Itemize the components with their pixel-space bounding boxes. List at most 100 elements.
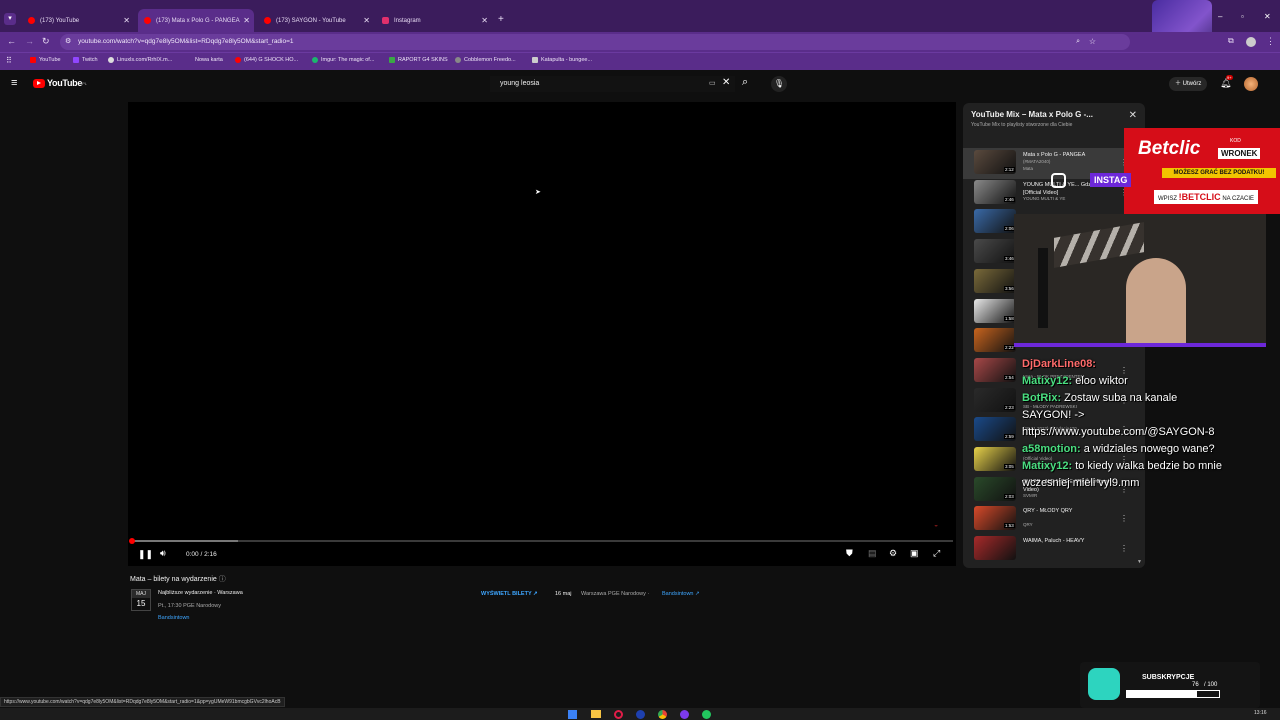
apps-grid-icon[interactable]: ⠿	[6, 56, 12, 65]
bookmark-item[interactable]: RAPORT G4 SKINS	[389, 57, 448, 63]
tab-list-dropdown-icon[interactable]: ▾	[4, 13, 16, 25]
chat-message: DjDarkLine08:	[1022, 356, 1262, 373]
fullscreen-icon[interactable]: ⤢	[933, 548, 940, 559]
bookmark-item[interactable]: YouTube	[30, 57, 61, 63]
bookmark-item[interactable]: Cobblemon Freedo...	[455, 57, 516, 63]
scrubber-handle[interactable]	[129, 538, 135, 544]
bookmark-item[interactable]: Linuxls.com/RrhIX.m...	[108, 57, 172, 63]
opera-gx-icon[interactable]	[614, 710, 623, 719]
bookmark-label: Linuxls.com/RrhIX.m...	[117, 57, 173, 63]
video-author: QRY	[1023, 522, 1033, 528]
account-avatar[interactable]	[1244, 77, 1258, 91]
playlist-item[interactable]: WAIMA, Paluch - HEAVY ⋮	[963, 534, 1145, 565]
clear-search-icon[interactable]: ✕	[722, 77, 730, 88]
file-explorer-icon[interactable]	[591, 710, 601, 718]
more-options-icon[interactable]: ⋮	[1120, 544, 1128, 553]
new-tab-button[interactable]: +	[498, 14, 504, 25]
subtitles-icon[interactable]: ▤	[868, 548, 877, 559]
view-tickets-label: WYŚWIETL BILETY	[481, 591, 532, 597]
tab-title: Instagram	[394, 17, 421, 24]
volume-icon[interactable]: 🔊︎	[160, 548, 166, 559]
chat-text: https://www.youtube.com/@SAYGON-8	[1022, 426, 1215, 438]
chrome-icon[interactable]	[658, 710, 667, 719]
settings-gear-icon[interactable]: ⚙	[889, 548, 897, 559]
bookmark-item[interactable]: Twitch	[73, 57, 98, 63]
browser-tab-bar: ▾ (173) YouTube ✕ (173) Mata x Polo G - P…	[0, 0, 1280, 62]
instagram-icon	[1051, 173, 1066, 188]
bookmarks-bar: ⠿ YouTube Twitch Linuxls.com/RrhIX.m... …	[0, 52, 1280, 70]
back-icon[interactable]: ←	[7, 36, 16, 46]
bookmark-item[interactable]: Nowa karta	[186, 57, 223, 63]
youtube-favicon-icon	[144, 17, 151, 24]
close-playlist-icon[interactable]: ✕	[1129, 110, 1137, 121]
youtube-logo-text: YouTube	[47, 78, 83, 88]
pause-button[interactable]: ❚❚	[138, 549, 153, 560]
close-tab-icon[interactable]: ✕	[481, 16, 488, 25]
event-month: MAJ	[132, 590, 150, 598]
event-row-provider-link[interactable]: Bandsintown ↗	[662, 591, 700, 597]
video-thumbnail	[974, 536, 1016, 561]
bookmark-item[interactable]: Imgur: The magic of...	[312, 57, 374, 63]
playlist-scroll-down-icon[interactable]: ▼	[1137, 559, 1142, 565]
youtube-favicon-icon	[264, 17, 271, 24]
video-player[interactable]: ➤ ◒	[128, 102, 956, 566]
site-info-icon[interactable]: ⚙	[65, 34, 71, 50]
windows-start-icon[interactable]	[568, 710, 577, 719]
miniplayer-icon[interactable]: ▣	[910, 548, 919, 559]
view-tickets-button[interactable]: WYŚWIETL BILETY ↗	[481, 591, 538, 597]
minimize-icon[interactable]: –	[1218, 12, 1222, 21]
event-row-provider-text: Bandsintown	[662, 591, 694, 597]
bookmark-label: Nowa karta	[195, 57, 223, 63]
browser-tab-active[interactable]: (173) Mata x Polo G - PANGEA ✕	[138, 9, 254, 32]
voice-search-icon[interactable]: 🎙	[771, 76, 787, 92]
browser-menu-icon[interactable]: ⋮	[1266, 36, 1275, 47]
maximize-icon[interactable]: ▫	[1241, 12, 1244, 21]
reload-icon[interactable]: ↻	[42, 36, 50, 47]
betclic-ad-overlay: Betclic KOD WRONEK MOŻESZ GRAĆ BEZ PODAT…	[1124, 128, 1280, 214]
extensions-icon[interactable]: ⧉	[1228, 36, 1234, 46]
bookmark-label: RAPORT G4 SKINS	[398, 57, 448, 63]
search-icon[interactable]: ⌕	[742, 76, 748, 89]
browser-tab[interactable]: (173) YouTube ✕	[22, 9, 134, 32]
profile-avatar[interactable]	[1246, 37, 1256, 47]
video-subtitle: (#MATA2040)	[1023, 159, 1051, 164]
buffered-bar	[131, 540, 238, 542]
hamburger-menu-icon[interactable]: ≡	[11, 77, 17, 89]
info-icon[interactable]: ⓘ	[219, 576, 226, 583]
spotify-icon[interactable]	[702, 710, 711, 719]
twitch-icon	[73, 57, 79, 63]
browser-tab[interactable]: (173) SAYGON - YouTube ✕	[258, 9, 374, 32]
address-bar[interactable]: ⚙ youtube.com/watch?v=qdg7e8ly5OM&list=R…	[60, 34, 1130, 50]
chat-message: a58motion: a widziales nowego wane?	[1022, 441, 1262, 458]
playlist-item[interactable]: 1:53 QRY - MŁODY QRY QRY ⋮	[963, 504, 1145, 535]
chat-message: https://www.youtube.com/@SAYGON-8	[1022, 424, 1262, 441]
betclic-cta: WPISZ !BETCLIC NA CZACIE	[1154, 190, 1259, 204]
video-progress-bar[interactable]	[129, 538, 953, 544]
search-input[interactable]: young leosia	[490, 76, 735, 92]
zoom-icon[interactable]: ⌕	[1076, 34, 1080, 50]
chat-username: a58motion:	[1022, 443, 1081, 455]
webcam-frame-bar	[1014, 343, 1266, 347]
sponsor-block-icon[interactable]: ⛊	[846, 548, 853, 559]
keyboard-icon[interactable]: ▭	[709, 79, 716, 87]
browser-tab[interactable]: Instagram ✕	[376, 9, 492, 32]
subs-progress-fill	[1127, 691, 1197, 697]
tab-title: (173) SAYGON - YouTube	[276, 17, 346, 24]
close-tab-icon[interactable]: ✕	[123, 16, 130, 25]
create-button[interactable]: ＋ Utwórz	[1169, 77, 1208, 91]
page-icon	[186, 57, 192, 63]
bookmark-item[interactable]: (644) G SHOCK HO...	[235, 57, 298, 63]
bookmark-star-icon[interactable]: ☆	[1089, 34, 1096, 50]
close-window-icon[interactable]: ✕	[1264, 12, 1271, 21]
bookmark-item[interactable]: Katapulta - bungee...	[532, 57, 592, 63]
betclic-tagline: MOŻESZ GRAĆ BEZ PODATKU!	[1162, 168, 1276, 178]
more-options-icon[interactable]: ⋮	[1120, 514, 1128, 523]
steam-icon[interactable]	[636, 710, 645, 719]
close-tab-icon[interactable]: ✕	[363, 16, 370, 25]
provider-link[interactable]: Bandsintown	[158, 615, 190, 621]
discord-icon[interactable]	[680, 710, 689, 719]
youtube-logo[interactable]: YouTube PL	[33, 78, 87, 88]
close-tab-icon[interactable]: ✕	[243, 16, 250, 25]
forward-icon[interactable]: →	[25, 36, 34, 46]
chat-text: to kiedy walka bedzie bo mnie	[1075, 460, 1222, 472]
